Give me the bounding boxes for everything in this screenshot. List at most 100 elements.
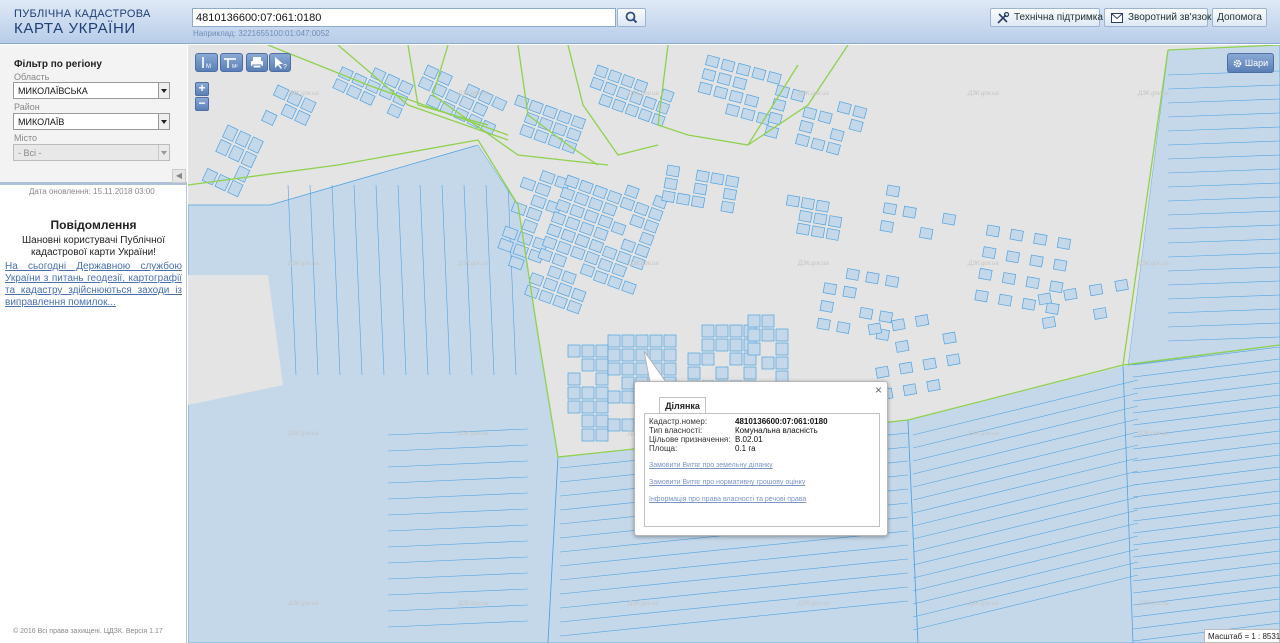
order-parcel-extract-link[interactable]: Замовити Витяг про земельну ділянку (649, 462, 773, 469)
land-plot (1056, 237, 1072, 250)
land-plot (567, 400, 581, 414)
land-plot (1088, 283, 1104, 297)
row-purpose: Цільове призначення: В.02.01 (649, 436, 763, 444)
land-plot (690, 195, 706, 209)
land-plot (978, 267, 993, 281)
land-plot (743, 366, 757, 380)
land-plot (695, 169, 710, 183)
land-plot (816, 317, 831, 331)
land-plot (875, 365, 890, 379)
watermark-text: ДЗК.gov.ua (797, 601, 829, 607)
land-plot (621, 362, 635, 376)
land-plot (946, 353, 961, 367)
land-plot (607, 348, 621, 362)
ownership-type-value: Комунальна власність (735, 426, 818, 435)
ownership-info-link[interactable]: Інформація про права власності та речові… (649, 496, 806, 503)
land-plot (879, 220, 894, 233)
land-plot (595, 386, 609, 400)
land-plot (761, 314, 775, 328)
watermark-text: ДЗК.gov.ua (287, 91, 319, 97)
land-plot (687, 366, 701, 380)
row-area: Площа: 0.1 га (649, 445, 756, 453)
map-canvas[interactable]: ДЗК.gov.ua ДЗК.gov.ua ДЗК.gov.ua ДЗК.gov.ua… (188, 45, 1280, 643)
watermark-text: ДЗК.gov.ua (967, 261, 999, 267)
help-button[interactable]: Допомога (1212, 8, 1267, 27)
region-filter: Фільтр по регіону Область МИКОЛАЇВСЬКА Р… (0, 45, 187, 185)
area-icon: M² (224, 58, 238, 70)
land-plot (800, 197, 815, 210)
land-plot (922, 357, 937, 371)
mail-icon (1111, 12, 1123, 23)
map-layer[interactable]: ДЗК.gov.ua ДЗК.gov.ua ДЗК.gov.ua ДЗК.gov.ua… (188, 45, 1280, 643)
zoom-in-button[interactable]: + (195, 82, 209, 96)
land-plot (621, 390, 635, 404)
area-value: 0.1 га (735, 444, 756, 453)
sidebar: Фільтр по регіону Область МИКОЛАЇВСЬКА Р… (0, 45, 187, 643)
land-plot (810, 225, 826, 239)
print-button[interactable] (246, 53, 268, 72)
watermark-text: ДЗК.gov.ua (1137, 431, 1169, 437)
identify-button[interactable]: ? (269, 53, 291, 72)
watermark-text: ДЗК.gov.ua (1137, 601, 1169, 607)
search-icon (625, 11, 638, 24)
land-plot (902, 383, 918, 397)
land-plot (567, 372, 581, 386)
land-plot (775, 328, 789, 342)
land-plot (747, 342, 761, 356)
land-plot (775, 342, 789, 356)
row-cadastral-number: Кадастр.номер: 4810136600:07:061:0180 (649, 418, 828, 426)
city-value: - Всі - (18, 148, 42, 158)
measure-area-button[interactable]: M² (220, 53, 243, 72)
collapse-sidebar-button[interactable]: ◀ (172, 169, 186, 183)
land-plot (581, 344, 595, 358)
gear-icon (1233, 59, 1242, 67)
land-plot (729, 338, 743, 352)
parcel-info-popup: × Ділянка Кадастр.номер: 4810136600:07:06… (634, 381, 888, 536)
zoom-out-button[interactable]: − (195, 97, 209, 111)
watermark-text: ДЗК.gov.ua (457, 601, 489, 607)
watermark-text: ДЗК.gov.ua (627, 91, 659, 97)
land-plot (918, 226, 934, 240)
chevron-down-icon[interactable] (158, 114, 169, 129)
notice-link[interactable]: На сьогодні Державною службою України з … (5, 261, 182, 309)
land-plot (595, 344, 609, 358)
district-select[interactable]: МИКОЛАЇВ (13, 113, 170, 130)
land-plot (819, 300, 834, 313)
notice-title: Повідомлення (50, 218, 137, 232)
search-input[interactable] (192, 8, 616, 27)
land-plot (1009, 228, 1024, 242)
chevron-down-icon[interactable] (158, 83, 169, 98)
purpose-key: Цільове призначення: (649, 435, 731, 444)
watermark-text: ДЗК.gov.ua (1137, 91, 1169, 97)
support-button[interactable]: Технічна підтримка (990, 8, 1103, 27)
watermark-text: ДЗК.gov.ua (287, 601, 319, 607)
logo[interactable]: ПУБЛІЧНА КАДАСТРОВА КАРТА УКРАЇНИ (14, 9, 151, 37)
land-plot (1049, 280, 1064, 294)
land-plot (607, 334, 621, 348)
layers-button[interactable]: Шари (1227, 53, 1274, 73)
land-plot (663, 177, 678, 191)
land-plot (1025, 276, 1040, 290)
land-plot (1041, 316, 1057, 329)
tab-parcel[interactable]: Ділянка (659, 397, 706, 414)
land-plot (621, 418, 635, 432)
land-plot (941, 212, 957, 226)
land-plot (825, 228, 841, 241)
land-plot (701, 324, 715, 338)
land-plot (715, 324, 729, 338)
feedback-button[interactable]: Зворотний зв'язок (1104, 8, 1211, 27)
search-button[interactable] (617, 8, 646, 27)
land-plot (1033, 232, 1048, 246)
order-valuation-extract-link[interactable]: Замовити Витяг про нормативну грошову оц… (649, 479, 805, 486)
measure-length-button[interactable]: M (195, 53, 218, 72)
svg-text:M²: M² (232, 64, 238, 70)
region-select[interactable]: МИКОЛАЇВСЬКА (13, 82, 170, 99)
city-select[interactable]: - Всі - (13, 144, 170, 161)
area-key: Площа: (649, 444, 678, 453)
land-plot (715, 338, 729, 352)
watermark-text: ДЗК.gov.ua (287, 261, 319, 267)
field-parcel (188, 144, 559, 643)
watermark-text: ДЗК.gov.ua (627, 601, 659, 607)
land-plot (729, 352, 743, 366)
close-icon[interactable]: × (875, 383, 882, 397)
